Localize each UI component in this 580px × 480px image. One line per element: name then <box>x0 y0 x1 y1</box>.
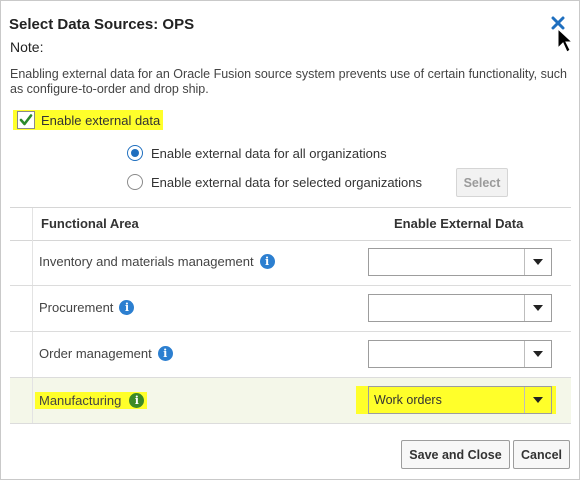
cancel-label: Cancel <box>521 447 562 462</box>
functional-area-label: Manufacturing <box>35 392 124 409</box>
info-icon[interactable]: i <box>129 393 145 408</box>
functional-area-label: Order management <box>39 346 152 361</box>
dialog-title: Select Data Sources: OPS <box>9 16 195 33</box>
dropdown-toggle[interactable] <box>524 249 551 275</box>
dropdown-toggle[interactable] <box>524 341 551 367</box>
note-text: Enabling external data for an Oracle Fus… <box>10 67 568 96</box>
chevron-down-icon <box>533 397 543 403</box>
radio-button[interactable] <box>127 174 143 190</box>
table-row[interactable]: Procurement i <box>10 286 571 332</box>
select-data-sources-dialog: Select Data Sources: OPS Note: Enabling … <box>0 0 580 480</box>
enable-external-data-dropdown[interactable]: Work orders <box>368 386 552 414</box>
enable-external-data-checkbox[interactable] <box>17 111 35 129</box>
radio-all-organizations[interactable]: Enable external data for all organizatio… <box>127 145 387 161</box>
functional-area-table: Functional Area Enable External Data Inv… <box>10 207 571 425</box>
info-icon[interactable]: i <box>157 346 173 361</box>
save-and-close-button[interactable]: Save and Close <box>401 440 510 469</box>
note-label: Note: <box>10 39 44 55</box>
enable-external-data-checkbox-row[interactable]: Enable external data <box>13 110 163 130</box>
dropdown-toggle[interactable] <box>524 387 551 413</box>
dropdown-toggle[interactable] <box>524 295 551 321</box>
save-and-close-label: Save and Close <box>409 447 502 462</box>
table-header: Functional Area Enable External Data <box>10 207 571 241</box>
info-icon[interactable]: i <box>119 300 135 315</box>
functional-area-label: Procurement <box>39 300 114 315</box>
functional-area-cell: Inventory and materials management i <box>39 254 275 269</box>
chevron-down-icon <box>533 259 543 265</box>
enable-external-data-dropdown[interactable] <box>368 248 552 276</box>
chevron-down-icon <box>533 351 543 357</box>
info-icon[interactable]: i <box>259 254 275 269</box>
enable-external-data-dropdown[interactable] <box>368 294 552 322</box>
radio-selected-organizations[interactable]: Enable external data for selected organi… <box>127 174 422 190</box>
functional-area-cell: Order management i <box>39 346 173 361</box>
radio-selected-organizations-label: Enable external data for selected organi… <box>151 174 423 190</box>
cancel-button[interactable]: Cancel <box>513 440 570 469</box>
row-gutter <box>10 332 33 377</box>
table-row-selected[interactable]: Manufacturing i Work orders <box>10 378 571 424</box>
row-header-gutter <box>10 208 33 240</box>
row-gutter <box>10 240 33 285</box>
functional-area-label: Inventory and materials management <box>39 254 254 269</box>
table-row[interactable]: Order management i <box>10 332 571 378</box>
functional-area-cell: Manufacturing i <box>35 392 148 409</box>
column-header-enable-external-data: Enable External Data <box>394 216 524 231</box>
table-row[interactable]: Inventory and materials management i <box>10 240 571 286</box>
dropdown-value: Work orders <box>374 393 442 407</box>
column-header-functional-area: Functional Area <box>41 216 139 231</box>
chevron-down-icon <box>533 305 543 311</box>
radio-button-selected[interactable] <box>127 145 143 161</box>
mouse-pointer-icon <box>557 28 573 53</box>
functional-area-cell: Procurement i <box>39 300 135 315</box>
info-icon-highlight: i <box>123 392 148 409</box>
checkmark-icon <box>19 114 33 126</box>
enable-external-data-dropdown[interactable] <box>368 340 552 368</box>
radio-all-organizations-label: Enable external data for all organizatio… <box>151 145 387 161</box>
row-gutter <box>10 378 33 423</box>
enable-external-data-label: Enable external data <box>41 112 161 128</box>
row-gutter <box>10 286 33 331</box>
select-organizations-button[interactable]: Select <box>456 168 508 197</box>
